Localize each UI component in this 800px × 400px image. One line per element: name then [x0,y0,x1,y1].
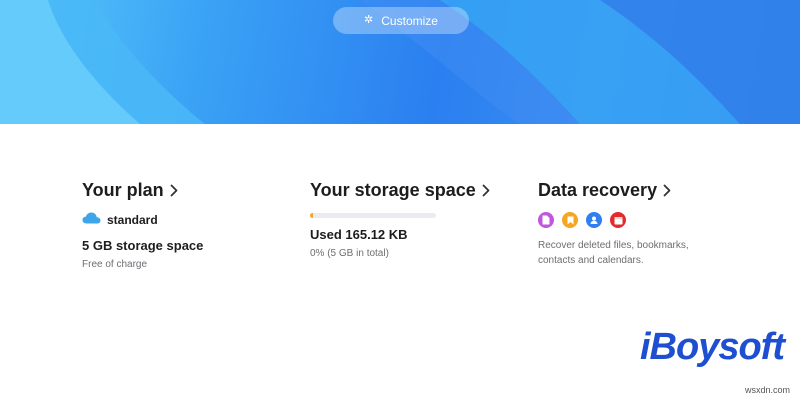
sparkle-icon: ✲ [364,14,374,26]
plan-card[interactable]: Your plan standard 5 GB storage space Fr… [82,178,282,271]
storage-used: Used 165.12 KB [310,227,408,242]
plan-title: Your plan [82,179,164,200]
brand-watermark-logo: iBoysoft [640,326,785,368]
site-watermark: wsxdn.com [744,385,790,395]
recovery-title: Data recovery [538,179,658,200]
chevron-right-icon [663,184,671,197]
storage-title-link[interactable]: Your storage space [310,178,510,202]
recovery-app-icons [538,212,758,228]
plan-price: Free of charge [82,259,148,270]
files-icon [538,212,554,228]
hero-banner: ✲ Customize [0,0,800,124]
storage-card[interactable]: Your storage space Used 165.12 KB 0% (5 … [310,178,510,259]
recovery-title-link[interactable]: Data recovery [538,178,758,202]
chevron-right-icon [482,184,490,197]
plan-name: standard [107,213,158,227]
bookmarks-icon [562,212,578,228]
contacts-icon [586,212,602,228]
storage-title: Your storage space [310,179,476,200]
recovery-card[interactable]: Data recovery Recover deleted files, boo… [538,178,758,268]
chevron-right-icon [170,184,178,197]
plan-title-link[interactable]: Your plan [82,178,282,202]
customize-button[interactable]: ✲ Customize [333,7,469,34]
cloud-icon [82,211,101,229]
storage-progress-bar [310,213,436,218]
plan-storage: 5 GB storage space [82,238,204,253]
storage-percent: 0% (5 GB in total) [310,248,389,259]
storage-progress-fill [310,213,313,218]
customize-label: Customize [381,13,438,28]
recovery-description: Recover deleted files, bookmarks, contac… [538,240,689,266]
calendars-icon [610,212,626,228]
